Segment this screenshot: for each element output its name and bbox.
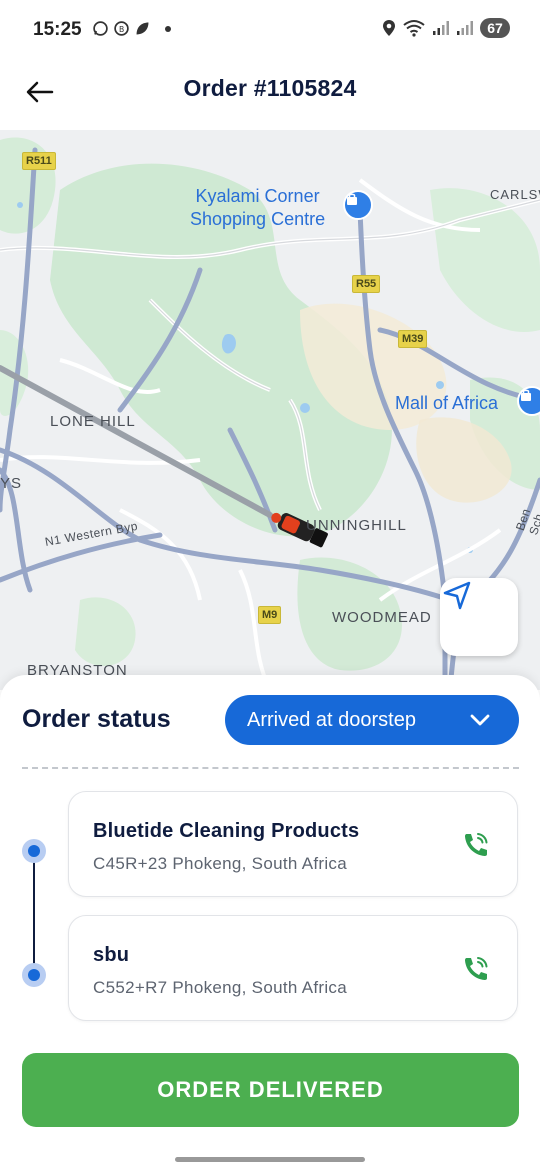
- page-title: Order #1105824: [183, 75, 357, 101]
- poi-kyalami-line2: Shopping Centre: [190, 209, 326, 229]
- battery-indicator: 67: [480, 18, 510, 38]
- map-label-sunninghill: UNNINGHILL: [306, 517, 407, 534]
- wifi-icon: [403, 20, 425, 37]
- dropoff-stop-card[interactable]: sbu C552+R7 Phokeng, South Africa: [68, 915, 518, 1021]
- whatsapp-icon: [93, 21, 108, 36]
- status-notification-icons: B: [92, 20, 171, 37]
- kyalami-shopping-pin[interactable]: [343, 190, 373, 220]
- road-shield-m39: M39: [398, 330, 428, 348]
- recenter-location-button[interactable]: [440, 578, 518, 656]
- order-details-sheet: Order status Arrived at doorstep Bluetid…: [0, 675, 540, 1170]
- app-bar: Order #1105824: [0, 60, 540, 130]
- leaf-icon: [136, 22, 149, 35]
- pickup-name: Bluetide Cleaning Products: [93, 820, 360, 842]
- call-pickup-button[interactable]: [461, 830, 491, 860]
- road-shield-r55: R55: [352, 275, 381, 293]
- map-view[interactable]: Kyalami Corner Shopping Centre Mall of A…: [0, 130, 540, 690]
- dropoff-name: sbu: [93, 944, 130, 966]
- shopping-bag-icon: [347, 193, 357, 205]
- status-bar: 15:25 B 67: [0, 0, 540, 60]
- phone-call-icon: [465, 957, 488, 980]
- pickup-timeline-dot: [22, 839, 46, 863]
- navigation-arrow-icon: [443, 581, 471, 610]
- notification-dot: [165, 25, 171, 32]
- mall-of-africa-pin[interactable]: [517, 386, 540, 416]
- signal-icon: [433, 21, 449, 35]
- order-status-value: Arrived at doorstep: [247, 708, 416, 731]
- dropoff-address: C552+R7 Phokeng, South Africa: [93, 978, 347, 997]
- order-status-label: Order status: [22, 705, 171, 733]
- shopping-bag-icon: [521, 389, 531, 401]
- order-delivered-button[interactable]: ORDER DELIVERED: [22, 1053, 519, 1127]
- status-time: 15:25: [33, 19, 82, 40]
- road-shield-m9: M9: [258, 606, 282, 624]
- poi-kyalami-line1: Kyalami Corner: [195, 186, 320, 206]
- whatsapp-business-icon: B: [114, 21, 129, 36]
- map-label-lone-hill: LONE HILL: [50, 413, 136, 430]
- poi-kyalami-corner[interactable]: Kyalami Corner Shopping Centre: [190, 185, 325, 231]
- chevron-down-icon: [470, 714, 490, 726]
- svg-text:B: B: [119, 25, 124, 34]
- road-shield-r511: R511: [22, 152, 56, 170]
- section-divider: [22, 767, 519, 769]
- location-icon: [383, 20, 395, 36]
- pickup-stop-card[interactable]: Bluetide Cleaning Products C45R+23 Phoke…: [68, 791, 518, 897]
- poi-mall-of-africa[interactable]: Mall of Africa: [395, 392, 498, 415]
- pickup-address: C45R+23 Phokeng, South Africa: [93, 854, 347, 873]
- map-label-woodmead: WOODMEAD: [332, 609, 432, 626]
- map-label-ys: YS: [0, 475, 23, 492]
- map-label-carlsw: CARLSW: [490, 187, 540, 202]
- route-timeline-line: [33, 850, 35, 975]
- order-status-dropdown[interactable]: Arrived at doorstep: [225, 695, 519, 745]
- signal-icon: [457, 21, 473, 35]
- call-dropoff-button[interactable]: [461, 954, 491, 984]
- dropoff-timeline-dot: [22, 963, 46, 987]
- phone-call-icon: [465, 833, 488, 856]
- home-gesture-bar[interactable]: [175, 1157, 365, 1162]
- status-system-icons: 67: [382, 18, 510, 38]
